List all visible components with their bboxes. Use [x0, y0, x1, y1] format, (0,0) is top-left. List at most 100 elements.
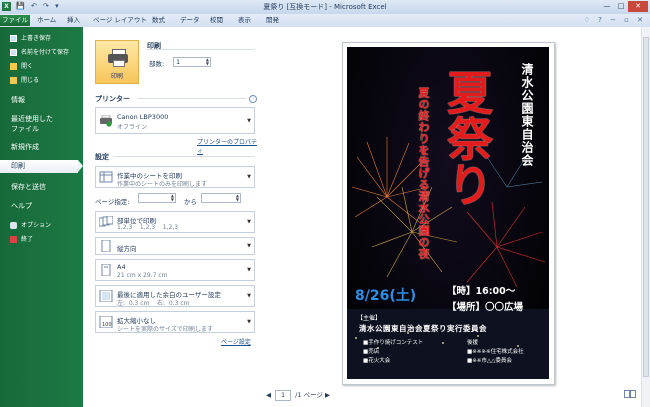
- poster-big-title: 夏祭り: [440, 69, 494, 207]
- nav-label: オプション: [21, 222, 52, 229]
- divider: [147, 49, 255, 50]
- page-from-spinner[interactable]: ▲ ▼: [138, 193, 176, 203]
- nav-label: 開く: [21, 63, 34, 70]
- nav-new[interactable]: 新規作成: [0, 142, 83, 152]
- setting-line2: シートを実際のサイズで印刷します: [117, 326, 213, 333]
- backstage-nav: 上書き保存 名前を付けて保存 開く 閉じる 情報 最近使用した ファイル 新規作…: [0, 27, 83, 407]
- page-to-spinner[interactable]: ▲ ▼: [201, 193, 241, 203]
- setting-line2: 1,2,3 1,2,3 1,2,3: [117, 224, 179, 231]
- poster-event-item: ■手作り焼げコンテスト: [363, 340, 424, 346]
- next-page-icon[interactable]: ▶: [325, 391, 330, 399]
- tab-page-layout[interactable]: ページ レイアウト: [93, 15, 147, 26]
- dropdown-arrow-icon: ▼: [247, 174, 251, 180]
- printer-status: オフライン: [117, 124, 148, 131]
- folder-open-icon: [10, 63, 17, 70]
- tab-review[interactable]: 校閲: [210, 15, 223, 26]
- nav-info[interactable]: 情報: [0, 95, 83, 105]
- spinner-arrows-icon[interactable]: ▲ ▼: [171, 194, 174, 202]
- window-title: 夏祭り [互換モード] - Microsoft Excel: [263, 3, 387, 11]
- tab-developer[interactable]: 開発: [266, 15, 279, 26]
- dropdown-arrow-icon: ▼: [247, 117, 251, 124]
- minimize-button[interactable]: —: [600, 1, 614, 12]
- close-file-icon: [10, 77, 17, 84]
- nav-exit[interactable]: 終了: [0, 234, 83, 243]
- nav-label: 終了: [21, 236, 34, 243]
- poster-tagline: 夏の終わりを告げる清水公園の夜: [417, 87, 430, 260]
- options-icon: [10, 222, 17, 229]
- settings-heading: 設定: [95, 153, 109, 161]
- page-navigator: ◀ 1 /1 ページ ▶: [266, 389, 330, 401]
- poster-event-item: ■売店: [363, 349, 380, 355]
- printer-offline-icon: [100, 114, 112, 127]
- setting-line1: 縦方向: [117, 245, 137, 253]
- poster-date: 8/26(土): [355, 288, 417, 304]
- dropdown-arrow-icon: ▼: [247, 243, 251, 249]
- nav-print[interactable]: 印刷: [0, 160, 83, 173]
- portrait-icon: [101, 240, 111, 252]
- scrollbar-thumb[interactable]: [643, 37, 649, 377]
- nav-help[interactable]: ヘルプ: [0, 201, 83, 211]
- copies-value: 1: [176, 58, 181, 66]
- current-page-input[interactable]: 1: [275, 389, 292, 401]
- maximize-button[interactable]: □: [614, 1, 628, 12]
- nav-save-send[interactable]: 保存と送信: [0, 182, 83, 192]
- print-button-label: 印刷: [110, 73, 123, 80]
- print-preview: 清水公園東自治会 夏祭り 夏の終わりを告げる清水公園の夜 8/26(土) 【時】…: [261, 27, 650, 407]
- poster-image: 清水公園東自治会 夏祭り 夏の終わりを告げる清水公園の夜 8/26(土) 【時】…: [347, 47, 549, 379]
- scaling-dropdown[interactable]: 100 拡大縮小なし シートを実際のサイズで印刷します ▼: [95, 311, 255, 333]
- nav-label: 名前を付けて保存: [21, 49, 70, 56]
- poster-support-list: 後援 ■※※※※住宅株式会社 ■※※市△△委員会: [467, 339, 524, 366]
- svg-text:100: 100: [102, 322, 112, 328]
- poster-events-list: ■手作り焼げコンテスト ■売店 ■花火大会: [363, 339, 423, 366]
- poster-support-item: ■※※※※住宅株式会社: [467, 349, 524, 355]
- close-window-button[interactable]: ✕: [628, 1, 648, 12]
- tab-formulas[interactable]: 数式: [152, 15, 165, 26]
- nav-save[interactable]: 上書き保存: [0, 33, 83, 42]
- printer-properties-link[interactable]: プリンターのプロパティ: [197, 137, 261, 155]
- poster-support-item: ■※※市△△委員会: [467, 358, 512, 364]
- preview-scrollbar[interactable]: [641, 27, 650, 407]
- scaling-icon: 100: [99, 316, 113, 328]
- tab-data[interactable]: データ: [180, 15, 200, 26]
- setting-line1: A4: [117, 263, 126, 271]
- print-settings-panel: 印刷 印刷 部数: 1 ▲ ▼ プリンター i Canon LBP3000 オフラ…: [83, 27, 262, 407]
- orientation-dropdown[interactable]: 縦方向 ▼: [95, 237, 255, 255]
- page-setup-link[interactable]: ページ設定: [221, 337, 251, 346]
- setting-line2: 左: 0.3 cm 右: 0.3 cm: [117, 300, 190, 307]
- poster-sponsor-label: 【主催】: [357, 315, 382, 322]
- window-controls: — □ ✕: [600, 1, 648, 12]
- printer-icon: [108, 49, 128, 67]
- tab-home[interactable]: ホーム: [37, 15, 56, 26]
- dropdown-arrow-icon: ▼: [247, 267, 251, 273]
- nav-open[interactable]: 開く: [0, 61, 83, 70]
- margins-dropdown[interactable]: 最後に適用した余白のユーザー設定 左: 0.3 cm 右: 0.3 cm ▼: [95, 285, 255, 307]
- printer-dropdown[interactable]: Canon LBP3000 オフライン ▼: [95, 107, 255, 134]
- prev-page-icon[interactable]: ◀: [266, 391, 271, 399]
- spinner-arrows-icon[interactable]: ▲ ▼: [236, 194, 239, 202]
- print-what-dropdown[interactable]: 作業中のシートを印刷 作業中のシートのみを印刷します ▼: [95, 166, 255, 188]
- nav-close[interactable]: 閉じる: [0, 75, 83, 84]
- spinner-arrows-icon[interactable]: ▲ ▼: [206, 58, 209, 66]
- copies-spinner[interactable]: 1 ▲ ▼: [173, 57, 211, 67]
- title-bar: X 💾 ↶ ↷ ▾ 夏祭り [互換モード] - Microsoft Excel …: [0, 0, 650, 15]
- nav-recent[interactable]: 最近使用した ファイル: [0, 114, 83, 134]
- info-icon[interactable]: i: [249, 95, 257, 103]
- margins-icon: [99, 290, 113, 302]
- nav-label: 上書き保存: [21, 35, 52, 42]
- dropdown-arrow-icon: ▼: [247, 319, 251, 325]
- collate-dropdown[interactable]: 部単位で印刷 1,2,3 1,2,3 1,2,3 ▼: [95, 211, 255, 233]
- ribbon-window-icons[interactable]: ♢ ? − ▫ ✕: [584, 16, 646, 24]
- nav-save-as[interactable]: 名前を付けて保存: [0, 47, 83, 56]
- save-icon: [10, 35, 17, 42]
- setting-line2: 作業中のシートのみを印刷します: [117, 181, 208, 188]
- tab-view[interactable]: 表示: [238, 15, 251, 26]
- show-margins-icon[interactable]: [624, 390, 636, 398]
- tab-file[interactable]: ファイル: [0, 15, 30, 26]
- print-button[interactable]: 印刷: [95, 40, 139, 84]
- tab-insert[interactable]: 挿入: [67, 15, 80, 26]
- printer-heading: プリンター: [95, 95, 130, 103]
- exit-icon: [10, 236, 17, 243]
- nav-options[interactable]: オプション: [0, 220, 83, 229]
- dropdown-arrow-icon: ▼: [247, 293, 251, 299]
- paper-size-dropdown[interactable]: A4 21 cm x 29.7 cm ▼: [95, 259, 255, 281]
